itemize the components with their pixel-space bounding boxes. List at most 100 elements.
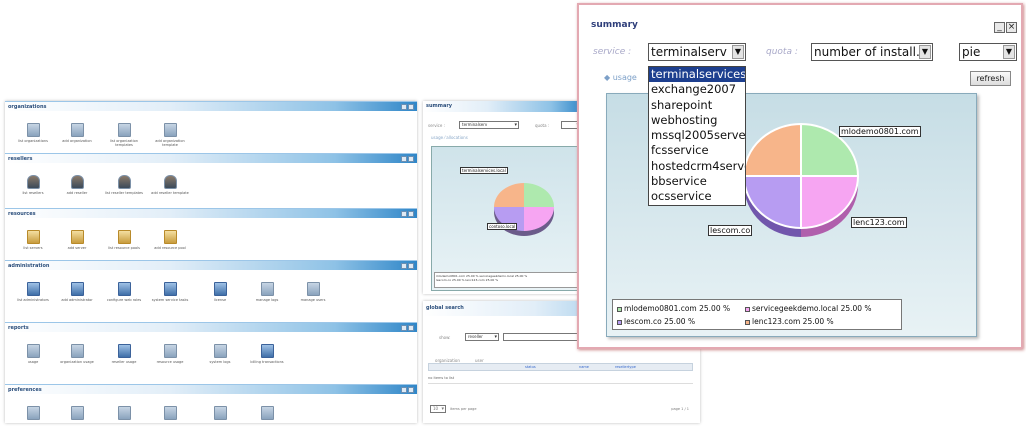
roles-icon [117, 282, 131, 296]
window-buttons[interactable] [401, 263, 414, 269]
window-buttons[interactable] [401, 325, 414, 331]
search-input[interactable] [503, 333, 583, 341]
dropdown-option[interactable]: exchange2007 [649, 82, 745, 97]
pager: 10 items per page page 1 / 1 [428, 405, 693, 415]
usage-tabs[interactable]: usage ⁄ allocations [431, 135, 468, 140]
quota-select[interactable]: number of install. ▼ [811, 43, 933, 61]
mini-legend-item: lescom.co 25.00 % [436, 278, 465, 282]
dropdown-option[interactable]: sharepoint [649, 98, 745, 113]
close-icon[interactable] [408, 104, 414, 110]
tile-list-reseller-templates[interactable]: list reseller templates [104, 175, 144, 195]
tile-list-organization-templates[interactable]: list organization templates [104, 123, 144, 147]
tile-system-service-tasks[interactable]: system service tasks [150, 282, 190, 302]
tile-list-resource-pools[interactable]: list resource pools [104, 230, 144, 250]
dropdown-option[interactable]: terminalservices [649, 67, 745, 83]
tile-manage-users[interactable]: manage users [293, 282, 333, 302]
tile-license[interactable]: license [200, 282, 240, 302]
column-resellertype[interactable]: resellertype [615, 365, 636, 369]
section-header[interactable]: reports [5, 322, 417, 332]
window-buttons[interactable] [401, 211, 414, 217]
tile-add-reseller-template[interactable]: add reseller template [150, 175, 190, 195]
dropdown-option[interactable]: mssql2005server [649, 128, 745, 143]
pool-add-icon [163, 230, 177, 244]
tile-organization-usage[interactable]: organization usage [57, 344, 97, 364]
preference-icon [70, 406, 84, 420]
close-icon[interactable] [408, 387, 414, 393]
tile-system-logs[interactable]: system logs [200, 344, 240, 364]
minimize-icon[interactable] [401, 211, 407, 217]
dropdown-option[interactable]: ocsservice [649, 189, 745, 204]
section-header[interactable]: administration [5, 260, 417, 270]
tile-add-organization[interactable]: add organization [57, 123, 97, 143]
service-dropdown-list[interactable]: terminalservices exchange2007 sharepoint we… [648, 66, 746, 206]
tile-add-reseller[interactable]: add reseller [57, 175, 97, 195]
page-size-select[interactable]: 10 [430, 405, 446, 413]
chevron-down-icon[interactable]: ▼ [732, 45, 744, 59]
tile-configure-web-roles[interactable]: configure web roles [104, 282, 144, 302]
building-add-icon [70, 123, 84, 137]
close-icon[interactable] [408, 325, 414, 331]
window-buttons[interactable] [401, 156, 414, 162]
tab-usage[interactable]: ◆ usage [604, 73, 637, 82]
tile-preference[interactable] [57, 406, 97, 420]
minimize-icon[interactable] [401, 104, 407, 110]
close-icon[interactable] [408, 156, 414, 162]
minimize-icon[interactable] [401, 387, 407, 393]
tile-preference[interactable] [13, 406, 53, 420]
scope-select[interactable]: reseller [465, 333, 499, 341]
tile-billing-transactions[interactable]: billing transactions [247, 344, 287, 364]
column-status[interactable]: status [525, 365, 536, 369]
close-icon[interactable] [408, 211, 414, 217]
tile-preference[interactable] [247, 406, 287, 420]
dropdown-option[interactable]: fcsservice [649, 143, 745, 158]
tile-list-servers[interactable]: list servers [13, 230, 53, 250]
dropdown-option[interactable]: bbservice [649, 174, 745, 189]
tile-add-resource-pool[interactable]: add resource pool [150, 230, 190, 250]
tile-list-administrators[interactable]: list administrators [13, 282, 53, 302]
close-icon[interactable] [408, 263, 414, 269]
person-icon [26, 175, 40, 189]
dropdown-option[interactable]: hostedcrm4server [649, 159, 745, 174]
minimize-icon[interactable]: _ [994, 22, 1005, 33]
window-buttons[interactable] [401, 387, 414, 393]
tile-preference[interactable] [200, 406, 240, 420]
minimize-icon[interactable] [401, 263, 407, 269]
service-select[interactable]: terminalserv ▼ [648, 43, 746, 61]
section-header[interactable]: resources [5, 208, 417, 218]
tile-reseller-usage[interactable]: reseller usage [104, 344, 144, 364]
close-icon[interactable]: × [1006, 22, 1017, 33]
chevron-down-icon[interactable]: ▼ [1003, 45, 1015, 59]
window-buttons[interactable] [401, 104, 414, 110]
chart-type-select[interactable]: pie ▼ [959, 43, 1017, 61]
person-template-icon [117, 175, 131, 189]
section-header[interactable]: preferences [5, 384, 417, 394]
chevron-down-icon[interactable]: ▼ [919, 45, 931, 59]
tile-preference[interactable] [150, 406, 190, 420]
section-header[interactable]: resellers [5, 153, 417, 163]
summary-panel-background: summary service : terminalserv quota : u… [423, 101, 583, 294]
tile-usage[interactable]: usage [13, 344, 53, 364]
slice-label-mlodemo0801: mlodemo0801.com [839, 126, 921, 137]
tile-add-organization-template[interactable]: add organization template [150, 123, 190, 147]
tile-add-administrator[interactable]: add administrator [57, 282, 97, 302]
section-title: resellers [8, 156, 33, 162]
server-icon [26, 230, 40, 244]
dropdown-option[interactable]: webhosting [649, 113, 745, 128]
legend-label: servicegeekdemo.local 25.00 % [752, 304, 872, 313]
tile-resource-usage[interactable]: resource usage [150, 344, 190, 364]
minimize-icon[interactable] [401, 325, 407, 331]
tile-list-organizations[interactable]: list organizations [13, 123, 53, 143]
tile-add-server[interactable]: add server [57, 230, 97, 250]
service-select[interactable]: terminalserv [459, 121, 519, 129]
refresh-button[interactable]: refresh [970, 71, 1011, 86]
minimize-icon[interactable] [401, 156, 407, 162]
section-header[interactable]: organizations [5, 101, 417, 111]
tile-preference[interactable] [104, 406, 144, 420]
tile-manage-logs[interactable]: manage logs [247, 282, 287, 302]
preference-icon [117, 406, 131, 420]
page-indicator[interactable]: page 1 / 1 [671, 407, 689, 411]
tile-list-resellers[interactable]: list resellers [13, 175, 53, 195]
person-template-add-icon [163, 175, 177, 189]
results-table-header: status name resellertype [428, 363, 693, 371]
column-name[interactable]: name [579, 365, 589, 369]
